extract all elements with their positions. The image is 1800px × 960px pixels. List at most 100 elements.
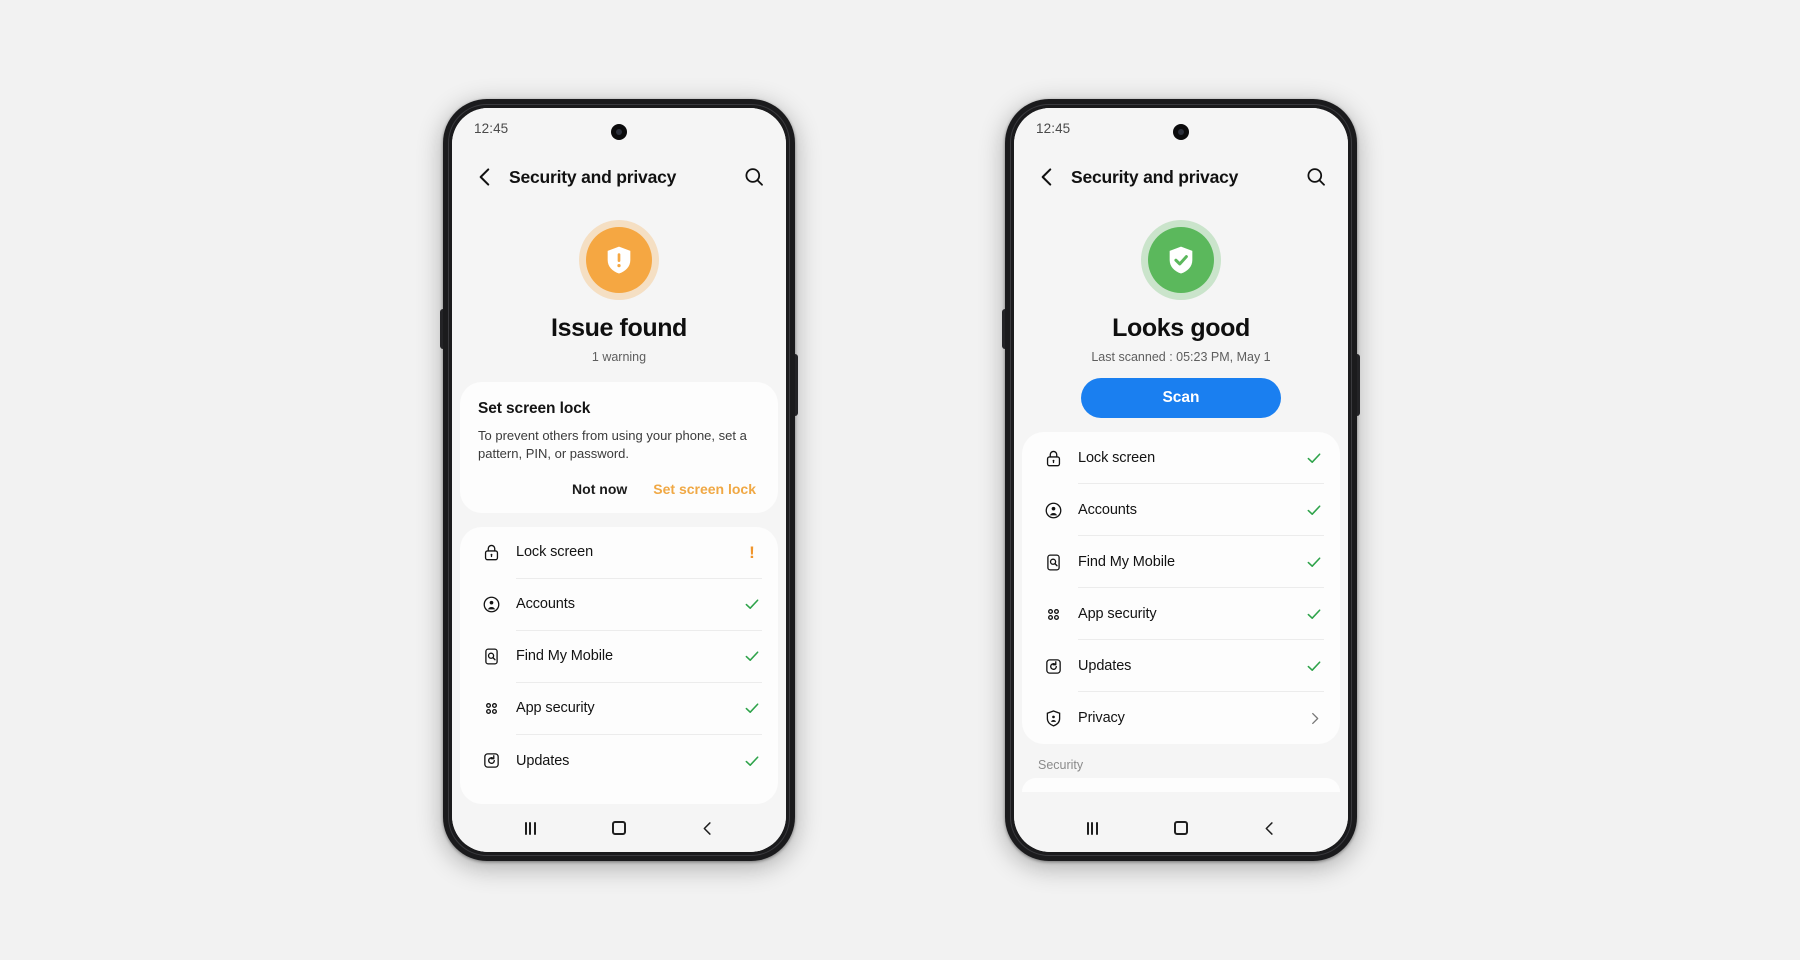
list-item-body: Accounts <box>1078 484 1324 536</box>
search-icon[interactable] <box>1304 165 1328 189</box>
status-badge <box>1304 500 1324 520</box>
security-items-list-right: Lock screen Accounts Find My Mobile App … <box>1022 432 1340 744</box>
chevron-left-icon[interactable] <box>472 164 498 190</box>
privacy-shield-icon <box>1040 705 1066 731</box>
check-icon <box>745 703 759 714</box>
list-item-body: App security <box>1078 588 1324 640</box>
front-camera-icon <box>611 124 627 140</box>
status-bar: 12:45 <box>1014 108 1348 148</box>
chevron-left-icon[interactable] <box>1034 164 1060 190</box>
list-item-label: Privacy <box>1078 710 1125 726</box>
phone-screen-left: 12:45 Security and privacy Issue found 1… <box>452 108 786 852</box>
list-item-label: Find My Mobile <box>516 648 613 665</box>
list-item-body: Find My Mobile <box>1078 536 1324 588</box>
shield-check-icon <box>1141 220 1221 300</box>
hero-subtitle: Last scanned : 05:23 PM, May 1 <box>1091 350 1271 364</box>
status-bar: 12:45 <box>452 108 786 148</box>
lock-icon <box>478 540 504 566</box>
app-grid-icon <box>478 696 504 722</box>
card-actions: Not now Set screen lock <box>478 477 760 501</box>
list-item[interactable]: Find My Mobile <box>1022 536 1340 588</box>
status-badge <box>742 751 762 771</box>
list-item-label: App security <box>1078 605 1157 622</box>
shield-core <box>586 227 652 293</box>
lock-icon <box>1040 445 1066 471</box>
list-item-body: App security <box>516 683 762 735</box>
updates-icon <box>478 748 504 774</box>
security-items-list-left: Lock screen ! Accounts Find My Mobile Ap… <box>460 526 778 804</box>
list-item[interactable]: Lock screen ! <box>460 527 778 579</box>
status-bar-clock: 12:45 <box>1036 120 1071 136</box>
not-now-button[interactable]: Not now <box>570 477 629 501</box>
home-icon[interactable] <box>604 813 634 843</box>
list-item[interactable]: App security <box>1022 588 1340 640</box>
list-item-label: Lock screen <box>1078 449 1156 466</box>
list-item-body: Lock screen ! <box>516 527 762 579</box>
warning-exclamation-icon: ! <box>749 542 755 562</box>
app-grid-icon <box>1040 601 1066 627</box>
check-icon <box>745 651 759 662</box>
nav-back-icon[interactable] <box>693 813 723 843</box>
check-icon <box>1307 660 1321 671</box>
list-item-label: Accounts <box>1078 501 1137 518</box>
list-item[interactable]: Find My Mobile <box>460 631 778 683</box>
card-description: To prevent others from using your phone,… <box>478 428 747 462</box>
list-item[interactable]: Privacy <box>1022 692 1340 744</box>
list-item-body: Privacy <box>1078 692 1324 744</box>
status-badge <box>1304 448 1324 468</box>
status-badge <box>1304 604 1324 624</box>
check-icon <box>745 756 759 766</box>
list-item-body: Updates <box>516 735 762 787</box>
status-badge <box>1304 656 1324 676</box>
set-screen-lock-button[interactable]: Set screen lock <box>651 477 758 501</box>
hero-title: Looks good <box>1112 314 1250 342</box>
shield-core <box>1148 227 1214 293</box>
navigation-bar <box>452 804 786 852</box>
card-title: Set screen lock <box>478 400 591 417</box>
phone-mockup-looks-good: 12:45 Security and privacy Looks good La… <box>1002 99 1360 861</box>
page-title: Security and privacy <box>1071 166 1239 187</box>
list-item-label: Updates <box>516 752 570 769</box>
list-item-body: Updates <box>1078 640 1324 692</box>
security-status-hero: Looks good Last scanned : 05:23 PM, May … <box>1014 206 1348 418</box>
list-item[interactable]: Updates <box>460 735 778 787</box>
phone-screen-right: 12:45 Security and privacy Looks good La… <box>1014 108 1348 852</box>
set-screen-lock-card: Set screen lock To prevent others from u… <box>460 382 778 513</box>
nav-back-icon[interactable] <box>1255 813 1285 843</box>
find-my-mobile-icon <box>1040 549 1066 575</box>
account-circle-icon <box>478 592 504 618</box>
recents-icon[interactable] <box>515 813 545 843</box>
comparison-stage: 12:45 Security and privacy Issue found 1… <box>0 0 1800 960</box>
section-header-security: Security <box>1038 758 1084 772</box>
list-item[interactable]: Accounts <box>1022 484 1340 536</box>
status-badge: ! <box>742 542 762 562</box>
app-bar: Security and privacy <box>1014 148 1348 206</box>
list-item-body: Lock screen <box>1078 432 1324 484</box>
list-item-label: App security <box>516 700 595 717</box>
list-item[interactable]: App security <box>460 683 778 735</box>
shield-warning-icon <box>579 220 659 300</box>
list-item-body: Find My Mobile <box>516 631 762 683</box>
list-item-label: Lock screen <box>516 544 594 561</box>
check-icon <box>1307 556 1321 567</box>
home-icon[interactable] <box>1166 813 1196 843</box>
chevron-right-icon <box>1311 712 1318 724</box>
app-bar: Security and privacy <box>452 148 786 206</box>
check-icon <box>1307 452 1321 463</box>
search-icon[interactable] <box>742 165 766 189</box>
scan-button[interactable]: Scan <box>1081 378 1281 418</box>
list-item[interactable]: Updates <box>1022 640 1340 692</box>
recents-icon[interactable] <box>1077 813 1107 843</box>
account-circle-icon <box>1040 497 1066 523</box>
list-item[interactable]: Lock screen <box>1022 432 1340 484</box>
status-badge <box>742 698 762 718</box>
phone-mockup-issue-found: 12:45 Security and privacy Issue found 1… <box>440 99 798 861</box>
hero-title: Issue found <box>551 314 687 342</box>
partial-card-below-fold <box>1022 778 1340 792</box>
list-item-label: Accounts <box>516 596 575 613</box>
check-icon <box>745 599 759 610</box>
status-badge <box>742 594 762 614</box>
status-badge <box>1304 708 1324 728</box>
list-item-body: Accounts <box>516 579 762 631</box>
list-item[interactable]: Accounts <box>460 579 778 631</box>
